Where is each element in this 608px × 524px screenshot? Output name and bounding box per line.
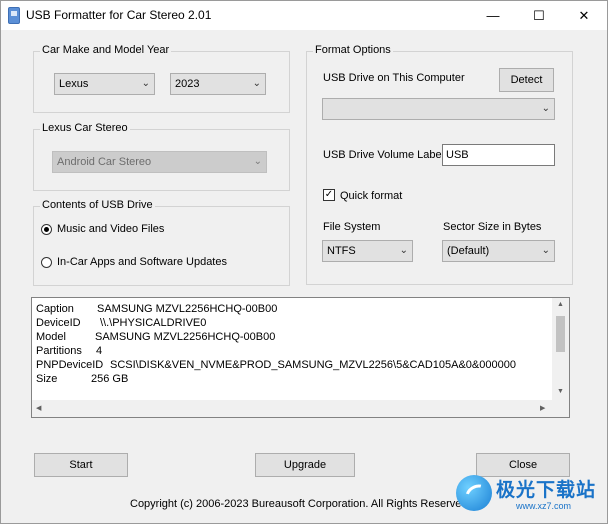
scroll-up-icon[interactable]: ▲ bbox=[557, 301, 564, 308]
chevron-down-icon: ⌄ bbox=[252, 78, 261, 89]
file-system-label: File System bbox=[323, 221, 381, 233]
chevron-down-icon: ⌄ bbox=[399, 245, 408, 256]
car-stereo-select[interactable]: Android Car Stereo ⌄ bbox=[52, 151, 267, 173]
car-make-select[interactable]: Lexus ⌄ bbox=[54, 73, 155, 95]
apps-updates-radio[interactable] bbox=[41, 257, 52, 268]
file-system-value: NTFS bbox=[327, 245, 356, 257]
info-key-partitions: Partitions bbox=[36, 345, 82, 357]
watermark-logo-icon bbox=[456, 475, 492, 511]
music-video-radio[interactable] bbox=[41, 224, 52, 235]
chevron-down-icon: ⌄ bbox=[541, 103, 550, 114]
info-value-caption: SAMSUNG MZVL2256HCHQ-00B00 bbox=[97, 303, 278, 315]
quick-format-label[interactable]: Quick format bbox=[340, 190, 402, 202]
info-value-size: 256 GB bbox=[91, 373, 129, 385]
usb-app-icon bbox=[8, 7, 20, 24]
apps-updates-label[interactable]: In-Car Apps and Software Updates bbox=[57, 256, 227, 268]
file-system-select[interactable]: NTFS ⌄ bbox=[322, 240, 413, 262]
volume-label-input[interactable] bbox=[442, 144, 555, 166]
watermark-url: www.xz7.com bbox=[516, 501, 572, 511]
info-value-deviceid: \\.\PHYSICALDRIVE0 bbox=[100, 317, 207, 329]
sector-size-value: (Default) bbox=[447, 245, 490, 257]
volume-label-label: USB Drive Volume Label bbox=[323, 149, 445, 161]
start-button[interactable]: Start bbox=[34, 453, 128, 477]
info-key-deviceid: DeviceID bbox=[36, 317, 81, 329]
upgrade-button[interactable]: Upgrade bbox=[255, 453, 355, 477]
app-window: USB Formatter for Car Stereo 2.01 — ☐ ✕ … bbox=[0, 0, 608, 524]
chevron-down-icon: ⌄ bbox=[253, 156, 262, 167]
copyright-text: Copyright (c) 2006-2023 Bureausoft Corpo… bbox=[130, 498, 468, 510]
info-key-size: Size bbox=[36, 373, 58, 385]
contents-legend: Contents of USB Drive bbox=[40, 199, 155, 211]
info-value-pnpdeviceid: SCSI\DISK&VEN_NVME&PROD_SAMSUNG_MZVL2256… bbox=[110, 359, 516, 371]
car-stereo-value: Android Car Stereo bbox=[57, 156, 152, 168]
sector-size-select[interactable]: (Default) ⌄ bbox=[442, 240, 555, 262]
car-make-value: Lexus bbox=[59, 78, 89, 90]
minimize-button[interactable]: — bbox=[470, 1, 516, 30]
maximize-button[interactable]: ☐ bbox=[516, 1, 562, 30]
car-make-legend: Car Make and Model Year bbox=[40, 44, 172, 56]
title-bar: USB Formatter for Car Stereo 2.01 — ☐ ✕ bbox=[1, 1, 607, 30]
horizontal-scrollbar[interactable]: ◀ ▶ bbox=[32, 400, 552, 417]
info-value-partitions: 4 bbox=[96, 345, 103, 357]
watermark: 极光下载站 www.xz7.com bbox=[456, 473, 601, 517]
chevron-down-icon: ⌄ bbox=[141, 78, 150, 89]
contents-group: Contents of USB Drive bbox=[33, 199, 290, 286]
format-options-legend: Format Options bbox=[313, 44, 393, 56]
vertical-scroll-thumb[interactable] bbox=[556, 316, 565, 352]
car-stereo-legend: Lexus Car Stereo bbox=[40, 122, 130, 134]
scroll-down-icon[interactable]: ▼ bbox=[557, 388, 564, 395]
model-year-select[interactable]: 2023 ⌄ bbox=[170, 73, 266, 95]
info-key-caption: Caption bbox=[36, 303, 74, 315]
scroll-right-icon[interactable]: ▶ bbox=[540, 404, 545, 412]
detect-button[interactable]: Detect bbox=[499, 68, 554, 92]
chevron-down-icon: ⌄ bbox=[541, 245, 550, 256]
sector-size-label: Sector Size in Bytes bbox=[443, 221, 542, 233]
info-key-pnpdeviceid: PNPDeviceID bbox=[36, 359, 104, 371]
device-info-box[interactable]: Caption SAMSUNG MZVL2256HCHQ-00B00 Devic… bbox=[31, 297, 570, 418]
scrollbar-corner bbox=[552, 400, 569, 417]
watermark-text: 极光下载站 bbox=[496, 480, 597, 501]
info-value-model: SAMSUNG MZVL2256HCHQ-00B00 bbox=[95, 331, 276, 343]
usb-drive-label: USB Drive on This Computer bbox=[323, 72, 465, 84]
close-window-button[interactable]: ✕ bbox=[561, 1, 607, 30]
vertical-scrollbar[interactable]: ▲ ▼ bbox=[552, 298, 569, 400]
info-key-model: Model bbox=[36, 331, 66, 343]
quick-format-checkbox[interactable]: ✓ bbox=[323, 189, 335, 201]
model-year-value: 2023 bbox=[175, 78, 200, 90]
scroll-left-icon[interactable]: ◀ bbox=[36, 404, 41, 412]
music-video-label[interactable]: Music and Video Files bbox=[57, 223, 164, 235]
usb-drive-select[interactable]: ⌄ bbox=[322, 98, 555, 120]
window-title: USB Formatter for Car Stereo 2.01 bbox=[26, 8, 212, 22]
checkmark-icon: ✓ bbox=[324, 189, 334, 200]
